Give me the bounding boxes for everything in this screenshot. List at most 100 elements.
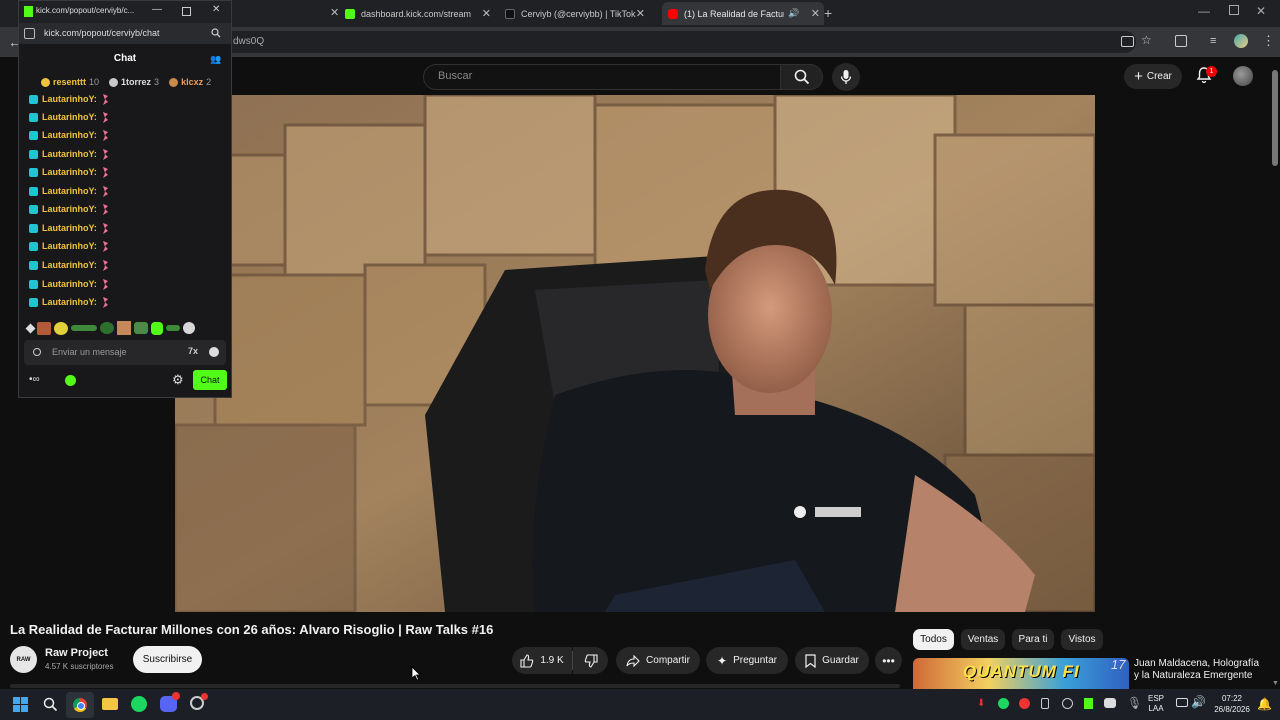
emote-icon[interactable] (117, 321, 131, 335)
chip-vistos[interactable]: Vistos (1061, 629, 1103, 650)
chip-todos[interactable]: Todos (913, 629, 954, 650)
account-avatar[interactable] (1233, 66, 1253, 86)
like-button[interactable]: 1.9 K (512, 647, 572, 674)
chat-message[interactable]: LautarinhoY: (29, 293, 109, 311)
close-window-icon[interactable]: ✕ (1256, 4, 1266, 18)
ask-button[interactable]: ✦ Preguntar (706, 647, 788, 674)
chat-username[interactable]: LautarinhoY: (42, 130, 97, 140)
recommended-video-thumbnail[interactable]: QUANTUM FI (913, 658, 1129, 689)
emote-icon[interactable] (151, 321, 163, 335)
share-button[interactable]: Compartir (616, 647, 700, 674)
settings-gear-icon[interactable]: ⚙ (172, 372, 184, 388)
leader-item[interactable]: 1torrez 3 (109, 77, 159, 87)
save-button[interactable]: Guardar (795, 647, 869, 674)
chat-popup-window[interactable]: kick.com/popout/cerviyb/c... — ✕ kick.co… (18, 0, 232, 398)
recommended-video-title[interactable]: Juan Maldacena, Holografía y la Naturale… (1134, 658, 1264, 682)
site-info-icon[interactable] (24, 28, 35, 39)
chat-username[interactable]: LautarinhoY: (42, 204, 97, 214)
create-button[interactable]: + Crear (1124, 64, 1182, 89)
notification-center-icon[interactable]: 🔔 (1257, 697, 1272, 711)
minimize-icon[interactable]: — (1198, 4, 1210, 18)
users-icon[interactable]: 👥 (210, 54, 221, 65)
horizontal-scrollbar[interactable] (10, 684, 900, 688)
download-icon[interactable]: ⬇ (977, 698, 985, 709)
search-icon[interactable] (43, 697, 58, 712)
channel-avatar[interactable]: RAW (10, 646, 37, 673)
more-actions-button[interactable]: ••• (875, 647, 902, 674)
chat-message[interactable]: LautarinhoY: (29, 108, 109, 126)
emote-icon[interactable] (37, 321, 51, 335)
cast-icon[interactable] (1121, 36, 1134, 47)
pin-icon[interactable] (25, 323, 36, 333)
record-tray-icon[interactable] (1019, 698, 1030, 709)
microphone-tray-icon[interactable]: 🎙 (1127, 696, 1142, 710)
clock[interactable]: 07:22 26/8/2026 (1210, 693, 1254, 715)
chat-username[interactable]: LautarinhoY: (42, 223, 97, 233)
chat-message[interactable]: LautarinhoY: (29, 219, 109, 237)
kick-logo-icon[interactable] (65, 375, 76, 386)
tab-close-icon[interactable]: ✕ (330, 6, 339, 19)
points-infinity-icon[interactable]: •∞ (29, 374, 40, 385)
profile-icon[interactable] (1234, 34, 1248, 48)
language-indicator[interactable]: ESP LAA (1148, 694, 1164, 714)
chip-ventas[interactable]: Ventas (961, 629, 1005, 650)
emote-icon[interactable] (134, 322, 148, 334)
file-explorer-icon[interactable] (102, 698, 118, 710)
search-button[interactable] (781, 64, 823, 90)
chat-message[interactable]: LautarinhoY: (29, 163, 109, 181)
bookmark-star-icon[interactable]: ☆ (1141, 33, 1152, 47)
search-icon[interactable] (211, 28, 221, 38)
chat-username[interactable]: LautarinhoY: (42, 241, 97, 251)
close-window-icon[interactable]: ✕ (212, 4, 220, 15)
search-input[interactable]: Buscar (423, 64, 781, 90)
emote-icon[interactable] (54, 321, 68, 335)
new-tab-icon[interactable]: + (824, 5, 832, 21)
send-chat-button[interactable]: Chat (193, 370, 227, 390)
chrome-taskbar-button[interactable] (66, 692, 94, 718)
chat-username[interactable]: LautarinhoY: (42, 279, 97, 289)
tab-tiktok[interactable]: Cerviyb (@cerviybb) | TikTok ✕ (505, 2, 655, 25)
maximize-icon[interactable] (1229, 5, 1239, 15)
maximize-icon[interactable] (182, 7, 191, 16)
chip-para-ti[interactable]: Para ti (1012, 629, 1054, 650)
tab-youtube[interactable]: (1) La Realidad de Facturar M 🔊 ✕ (662, 2, 824, 25)
translate-icon[interactable]: 7x (188, 346, 198, 356)
tab-close-icon[interactable]: ✕ (482, 7, 491, 20)
chat-message[interactable]: LautarinhoY: (29, 145, 109, 163)
minimize-icon[interactable]: — (152, 4, 162, 15)
usb-icon[interactable] (1041, 698, 1049, 709)
chat-username[interactable]: LautarinhoY: (42, 186, 97, 196)
spotify-tray-icon[interactable] (998, 698, 1009, 709)
page-scrollbar[interactable] (1272, 70, 1278, 166)
more-icon[interactable]: ⋮ (1262, 33, 1275, 49)
speaker-icon[interactable]: 🔊 (788, 8, 799, 19)
start-windows-icon[interactable] (13, 697, 28, 712)
reading-list-icon[interactable]: ≡ (1210, 35, 1216, 47)
voice-search-button[interactable] (832, 63, 860, 91)
chat-message-input[interactable]: Enviar un mensaje 7x (24, 340, 226, 365)
chat-message[interactable]: LautarinhoY: (29, 256, 109, 274)
tab-kick-dashboard[interactable]: dashboard.kick.com/stream ✕ (345, 2, 495, 25)
chat-message[interactable]: LautarinhoY: (29, 182, 109, 200)
chat-username[interactable]: LautarinhoY: (42, 94, 97, 104)
chat-username[interactable]: LautarinhoY: (42, 297, 97, 307)
extensions-icon[interactable] (1175, 35, 1187, 47)
chat-message[interactable]: LautarinhoY: (29, 275, 109, 293)
scroll-down-arrow[interactable]: ▼ (1272, 680, 1279, 687)
subscribe-button[interactable]: Suscribirse (133, 646, 202, 673)
chat-message[interactable]: LautarinhoY: (29, 237, 109, 255)
channel-name[interactable]: Raw Project (45, 647, 108, 659)
chat-username[interactable]: LautarinhoY: (42, 260, 97, 270)
kick-tray-icon[interactable] (1084, 698, 1093, 709)
emote-icon[interactable] (71, 325, 97, 331)
chat-message[interactable]: LautarinhoY: (29, 90, 109, 108)
chat-username[interactable]: LautarinhoY: (42, 112, 97, 122)
steam-icon[interactable] (1062, 698, 1073, 709)
spotify-icon[interactable] (131, 696, 147, 712)
tab-close-icon[interactable]: ✕ (811, 7, 820, 20)
leader-item[interactable]: resenttt 10 (41, 77, 99, 87)
chat-username[interactable]: LautarinhoY: (42, 149, 97, 159)
discord-tray-icon[interactable] (1104, 698, 1116, 708)
chat-username[interactable]: LautarinhoY: (42, 167, 97, 177)
emote-icon[interactable] (100, 322, 114, 334)
